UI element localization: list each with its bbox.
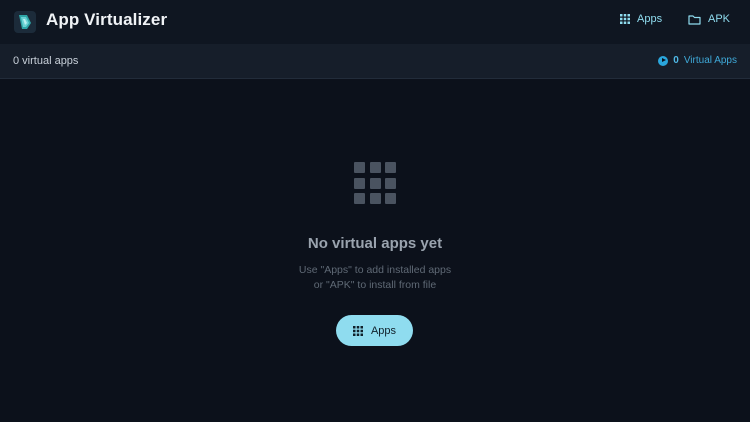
empty-state-title: No virtual apps yet <box>307 235 443 252</box>
app-title: App Virtualizer <box>46 10 168 29</box>
app-logo-icon <box>14 11 36 33</box>
nav-apps-button[interactable]: Apps <box>620 13 662 25</box>
nav-apps-label: Apps <box>637 13 663 25</box>
empty-state-grid-icon <box>354 162 396 204</box>
virtual-apps-badge-label: Virtual Apps <box>683 55 737 66</box>
add-apps-button-label: Apps <box>370 324 397 337</box>
empty-state-hint-line-2: or "APK" to install from file <box>313 279 437 291</box>
folder-icon <box>688 14 701 25</box>
empty-state-hint: Use "Apps" to add installed apps or "APK… <box>0 263 750 293</box>
play-icon <box>658 55 669 66</box>
virtual-apps-badge-count: 0 <box>673 55 679 66</box>
nav-apk-button[interactable]: APK <box>688 13 730 25</box>
app-header: App Virtualizer Apps APK <box>0 0 750 44</box>
add-apps-button[interactable]: Apps <box>336 315 413 346</box>
empty-state-hint-line-1: Use "Apps" to add installed apps <box>298 264 452 276</box>
grid-icon <box>620 14 630 24</box>
virtual-app-count-label: 0 virtual apps <box>13 55 79 67</box>
nav-apk-label: APK <box>708 13 731 25</box>
status-bar: 0 virtual apps 0 Virtual Apps <box>0 44 750 79</box>
virtual-apps-badge: 0 Virtual Apps <box>658 55 737 66</box>
grid-icon <box>352 325 363 336</box>
